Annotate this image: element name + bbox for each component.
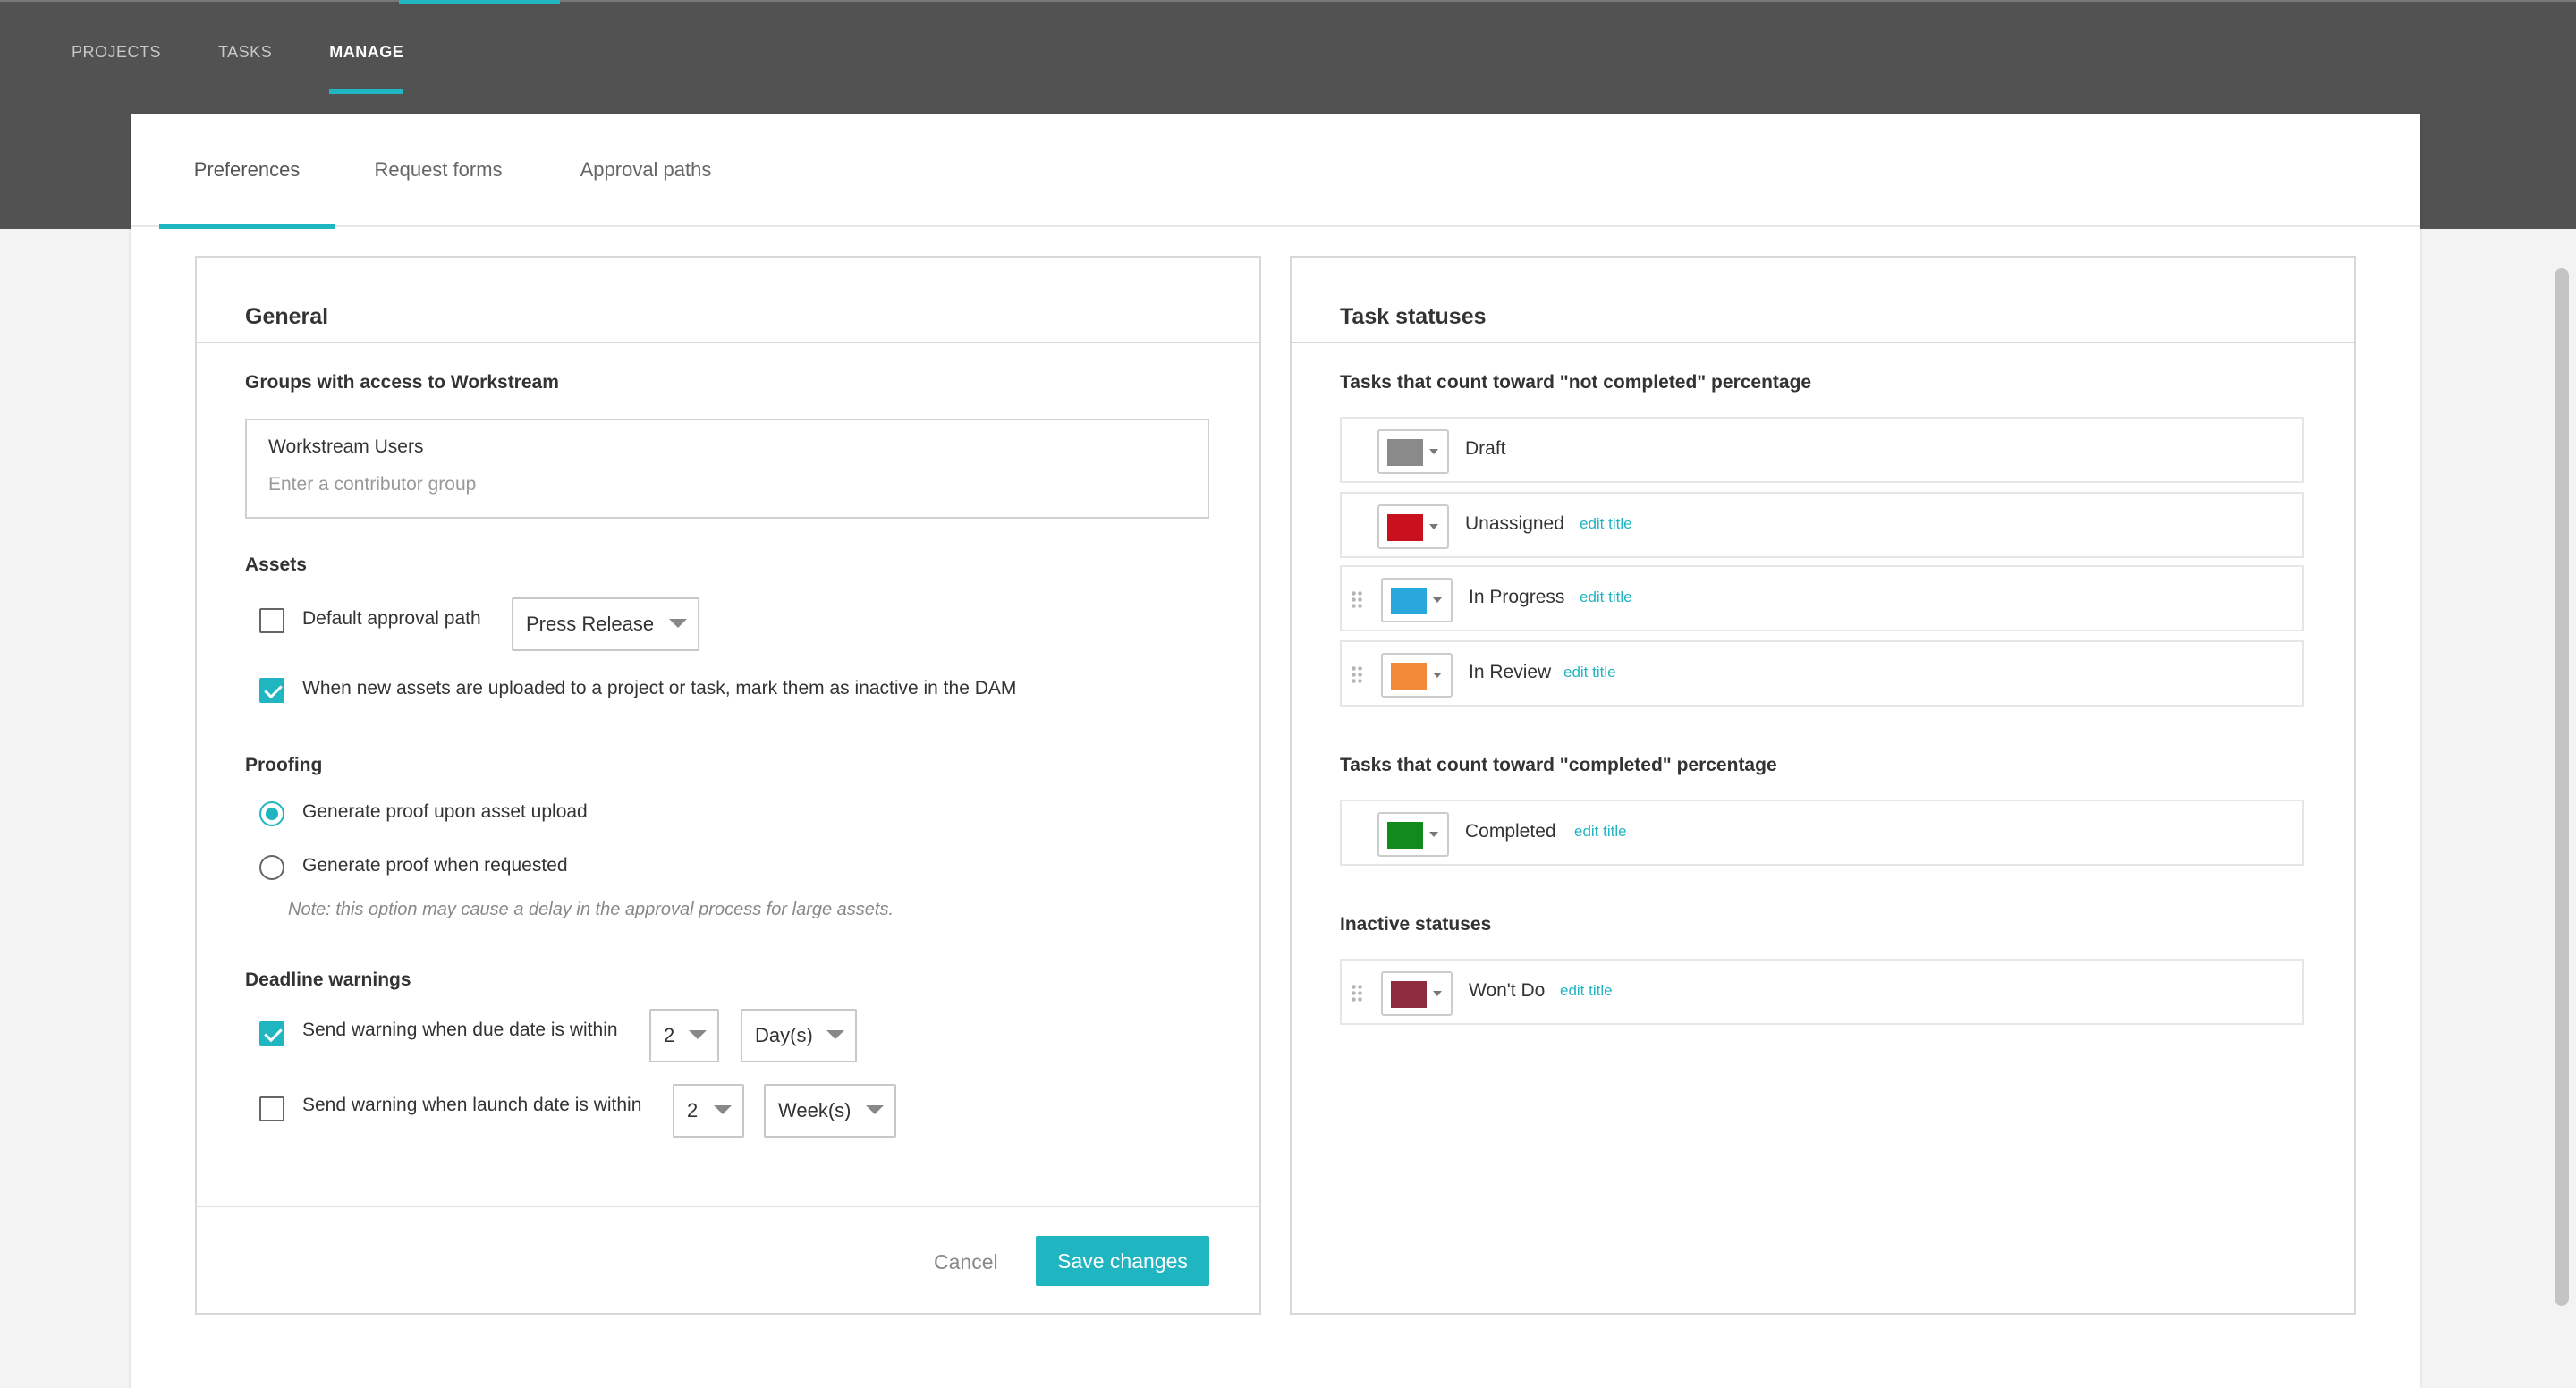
proofing-note: Note: this option may cause a delay in t… bbox=[288, 900, 894, 919]
chevron-down-icon bbox=[714, 1105, 732, 1114]
nav-projects[interactable]: PROJECTS bbox=[72, 43, 161, 96]
drag-handle-icon[interactable] bbox=[1351, 590, 1363, 608]
chevron-down-icon bbox=[866, 1105, 884, 1114]
contributor-group-input[interactable] bbox=[268, 474, 1163, 495]
not-completed-label: Tasks that count toward "not completed" … bbox=[1340, 372, 1812, 393]
status-row-draft: Draft bbox=[1340, 417, 2304, 483]
status-row-wont-do: Won't Do edit title bbox=[1340, 959, 2304, 1025]
due-warning-checkbox[interactable] bbox=[259, 1021, 284, 1046]
chevron-down-icon bbox=[1433, 673, 1442, 678]
subtab-bar: Preferences Request forms Approval paths bbox=[131, 114, 2420, 229]
color-picker-button[interactable] bbox=[1377, 504, 1449, 549]
task-statuses-panel: Task statuses Tasks that count toward "n… bbox=[1290, 256, 2356, 1315]
task-statuses-title: Task statuses bbox=[1292, 258, 2354, 343]
status-name: Completed bbox=[1465, 821, 1556, 842]
loading-indicator bbox=[399, 0, 560, 4]
status-row-in-progress: In Progress edit title bbox=[1340, 565, 2304, 631]
status-row-unassigned: Unassigned edit title bbox=[1340, 492, 2304, 558]
approval-path-select[interactable]: Press Release bbox=[512, 597, 699, 651]
chevron-down-icon bbox=[1433, 991, 1442, 996]
groups-field[interactable]: Workstream Users bbox=[245, 419, 1209, 519]
scrollbar-thumb[interactable] bbox=[2555, 268, 2569, 1306]
chevron-down-icon bbox=[826, 1030, 844, 1039]
inactive-label: Inactive statuses bbox=[1340, 914, 1492, 935]
due-number-select[interactable]: 2 bbox=[649, 1009, 719, 1062]
color-picker-button[interactable] bbox=[1377, 812, 1449, 857]
groups-label: Groups with access to Workstream bbox=[245, 372, 559, 393]
status-row-in-review: In Review edit title bbox=[1340, 640, 2304, 707]
color-swatch bbox=[1391, 981, 1427, 1008]
launch-warning-label: Send warning when launch date is within bbox=[302, 1095, 642, 1115]
general-panel: General Groups with access to Workstream… bbox=[195, 256, 1261, 1315]
assets-label: Assets bbox=[245, 554, 307, 575]
chevron-down-icon bbox=[1429, 832, 1438, 837]
proof-requested-radio[interactable] bbox=[259, 855, 284, 880]
default-approval-label: Default approval path bbox=[302, 608, 481, 629]
color-swatch bbox=[1387, 514, 1423, 541]
due-warning-label: Send warning when due date is within bbox=[302, 1020, 618, 1040]
status-name: Draft bbox=[1465, 438, 1506, 459]
color-swatch bbox=[1391, 588, 1427, 614]
due-unit-select[interactable]: Day(s) bbox=[741, 1009, 857, 1062]
launch-unit-value: Week(s) bbox=[778, 1099, 852, 1121]
manage-card: Preferences Request forms Approval paths… bbox=[131, 114, 2420, 1388]
launch-warning-checkbox[interactable] bbox=[259, 1096, 284, 1121]
status-name: In Review bbox=[1469, 662, 1552, 682]
color-swatch bbox=[1387, 439, 1423, 466]
color-picker-button[interactable] bbox=[1381, 578, 1453, 622]
due-number-value: 2 bbox=[664, 1024, 675, 1046]
edit-title-link[interactable]: edit title bbox=[1563, 664, 1616, 681]
tab-approval-paths[interactable]: Approval paths bbox=[565, 114, 726, 227]
chevron-down-icon bbox=[1429, 449, 1438, 454]
chevron-down-icon bbox=[1433, 597, 1442, 603]
tab-request-forms[interactable]: Request forms bbox=[365, 114, 512, 227]
chevron-down-icon bbox=[1429, 524, 1438, 529]
main-nav: PROJECTS TASKS MANAGE bbox=[72, 43, 461, 96]
default-approval-checkbox[interactable] bbox=[259, 608, 284, 633]
edit-title-link[interactable]: edit title bbox=[1580, 515, 1632, 533]
color-picker-button[interactable] bbox=[1381, 971, 1453, 1016]
launch-number-select[interactable]: 2 bbox=[673, 1084, 744, 1138]
approval-path-value: Press Release bbox=[526, 613, 655, 635]
deadline-label: Deadline warnings bbox=[245, 969, 411, 990]
launch-number-value: 2 bbox=[687, 1099, 699, 1121]
color-picker-button[interactable] bbox=[1381, 653, 1453, 698]
color-picker-button[interactable] bbox=[1377, 429, 1449, 474]
proof-upload-label: Generate proof upon asset upload bbox=[302, 801, 588, 822]
proof-upload-radio[interactable] bbox=[259, 801, 284, 826]
mark-inactive-checkbox[interactable] bbox=[259, 678, 284, 703]
due-unit-value: Day(s) bbox=[755, 1024, 813, 1046]
general-title: General bbox=[197, 258, 1259, 343]
completed-label: Tasks that count toward "completed" perc… bbox=[1340, 755, 1777, 775]
nav-tasks[interactable]: TASKS bbox=[218, 43, 272, 96]
status-name: Unassigned bbox=[1465, 513, 1564, 534]
color-swatch bbox=[1391, 663, 1427, 690]
cancel-button[interactable]: Cancel bbox=[934, 1250, 998, 1274]
edit-title-link[interactable]: edit title bbox=[1574, 823, 1627, 841]
save-changes-button[interactable]: Save changes bbox=[1036, 1236, 1209, 1286]
proofing-label: Proofing bbox=[245, 755, 323, 775]
proof-requested-label: Generate proof when requested bbox=[302, 855, 568, 876]
chevron-down-icon bbox=[669, 619, 687, 628]
edit-title-link[interactable]: edit title bbox=[1560, 982, 1613, 1000]
edit-title-link[interactable]: edit title bbox=[1580, 588, 1632, 606]
drag-handle-icon[interactable] bbox=[1351, 665, 1363, 683]
color-swatch bbox=[1387, 822, 1423, 849]
page-scrollbar[interactable] bbox=[2547, 229, 2576, 1388]
status-name: Won't Do bbox=[1469, 980, 1546, 1001]
nav-manage[interactable]: MANAGE bbox=[329, 43, 404, 96]
launch-unit-select[interactable]: Week(s) bbox=[764, 1084, 896, 1138]
footer-divider bbox=[197, 1206, 1259, 1207]
chevron-down-icon bbox=[689, 1030, 707, 1039]
mark-inactive-label: When new assets are uploaded to a projec… bbox=[302, 678, 1017, 698]
group-chip[interactable]: Workstream Users bbox=[268, 436, 423, 458]
tab-preferences[interactable]: Preferences bbox=[159, 114, 335, 229]
status-name: In Progress bbox=[1469, 587, 1565, 607]
drag-handle-icon[interactable] bbox=[1351, 984, 1363, 1002]
status-row-completed: Completed edit title bbox=[1340, 800, 2304, 866]
top-border-line bbox=[0, 0, 2576, 2]
